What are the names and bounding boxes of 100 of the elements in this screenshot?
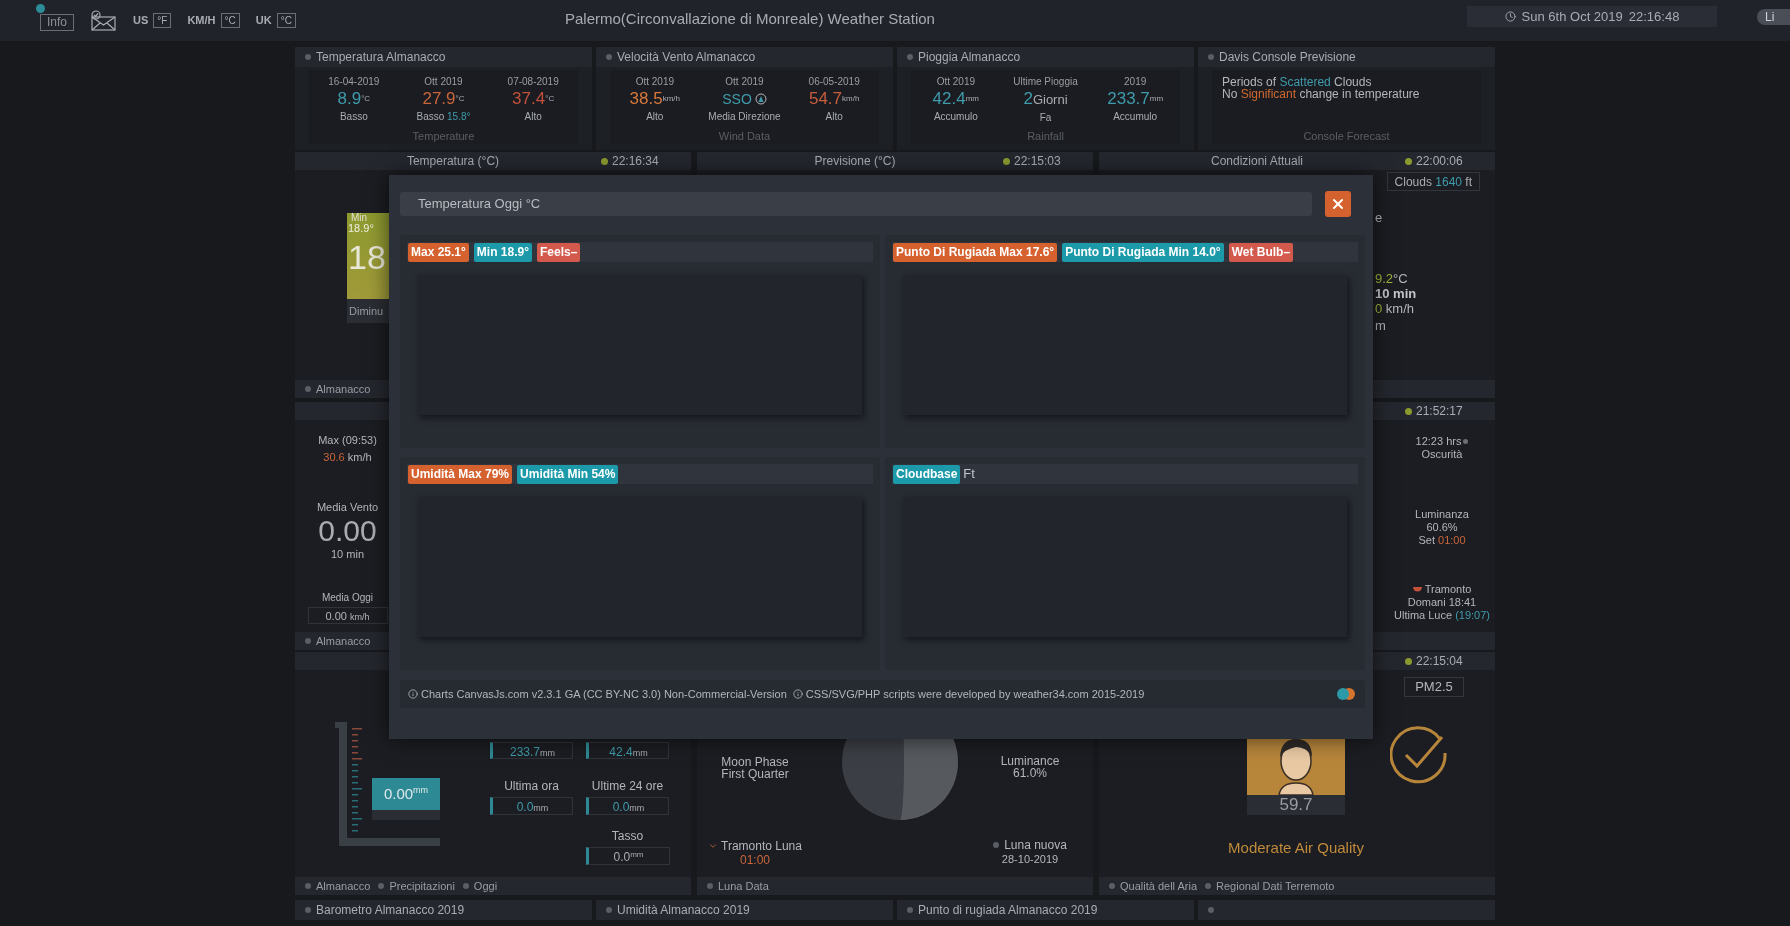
modal-title: Temperatura Oggi °C bbox=[400, 192, 1312, 216]
darkness-label: Oscurità bbox=[1421, 448, 1463, 461]
card-title: Condizioni Attuali bbox=[1210, 153, 1304, 170]
today-average-value: 0.00 km/h bbox=[307, 607, 388, 624]
legend-badge: Umidità Min 54% bbox=[517, 464, 619, 484]
footer-link[interactable]: Almanacco bbox=[305, 380, 371, 398]
footer-link[interactable]: Precipitazioni bbox=[378, 877, 455, 895]
card-caption: Wind Data bbox=[718, 128, 771, 144]
unit-label: UK bbox=[255, 13, 272, 29]
moon-phase: First Quarter bbox=[721, 768, 789, 780]
today-average-label: Media Oggi bbox=[321, 591, 374, 605]
luminance-label: Luminanza bbox=[1415, 508, 1469, 521]
min-value: 18.9° bbox=[348, 223, 375, 234]
footer-link[interactable]: Regional Dati Terremoto bbox=[1205, 877, 1335, 895]
bullet-icon bbox=[378, 883, 385, 889]
card-caption: Rainfall bbox=[1027, 128, 1064, 144]
bullet-icon bbox=[1208, 54, 1214, 60]
almanac-date: Ott 2019 bbox=[424, 75, 463, 89]
moon-luminance-label: Luminance bbox=[1000, 755, 1060, 767]
close-button[interactable] bbox=[1325, 191, 1351, 217]
darkness-hours: 12:23 hrs bbox=[1415, 435, 1469, 448]
legend-badge: Wet Bulb– bbox=[1228, 242, 1294, 262]
luminance-value: 60.6% bbox=[1426, 521, 1458, 534]
yearly-rain-value: 42.4mm bbox=[586, 742, 669, 759]
bullet-icon bbox=[907, 54, 913, 60]
clock-icon bbox=[1504, 11, 1516, 22]
bullet-icon bbox=[1205, 883, 1212, 889]
legend-badge: Feels– bbox=[537, 242, 581, 262]
card-title: Velocità Vento Almanacco bbox=[617, 49, 756, 66]
legend-badge: Umidità Max 79% bbox=[408, 464, 513, 484]
info-icon bbox=[792, 689, 803, 699]
day-rain-value: 0.0mm bbox=[586, 797, 669, 815]
condition-text: m bbox=[1375, 318, 1386, 333]
card-title: Temperatura (°C) bbox=[406, 153, 500, 170]
footer-link[interactable]: Almanacco bbox=[305, 877, 371, 895]
almanac-date: Ott 2019 bbox=[635, 75, 674, 89]
sunset-icon bbox=[1412, 587, 1422, 592]
almanac-label: Basso 15.8° bbox=[416, 110, 471, 124]
trend-text: Diminu bbox=[348, 304, 385, 319]
footer-note: CSS/SVG/PHP scripts were developed by weather34.com 2015-2019 bbox=[805, 686, 1145, 702]
condition-text: 10 min bbox=[1375, 286, 1417, 301]
air-quality-text: Moderate Air Quality bbox=[1228, 838, 1364, 858]
bullet-icon bbox=[707, 883, 713, 889]
temperature-value: 18 bbox=[348, 240, 387, 274]
bullet-icon bbox=[993, 842, 1000, 848]
unit-button[interactable]: °F bbox=[153, 13, 172, 28]
bullet-icon bbox=[1208, 907, 1214, 913]
hour-rain-value: 0.0mm bbox=[490, 797, 573, 815]
circles-icon bbox=[1335, 687, 1357, 701]
footer-link[interactable]: Qualità dell Aria bbox=[1109, 877, 1198, 895]
almanac-date: 2019 bbox=[1124, 75, 1147, 89]
card-title: Temperatura Almanacco bbox=[316, 49, 446, 66]
almanac-date: 16-04-2019 bbox=[328, 75, 380, 89]
legend-badge: Min 18.9° bbox=[473, 242, 532, 262]
footer-link[interactable]: Almanacco bbox=[305, 632, 371, 650]
almanac-label: Alto bbox=[825, 110, 843, 124]
almanac-label: Alto bbox=[646, 110, 664, 124]
bullet-icon bbox=[1109, 883, 1115, 889]
almanac-date: 06-05-2019 bbox=[808, 75, 860, 89]
unit-label: US bbox=[133, 13, 149, 29]
hour-rain-label: Ultima ora bbox=[503, 778, 560, 795]
card-title: Pioggia Almanacco bbox=[918, 49, 1021, 66]
bullet-icon bbox=[606, 907, 612, 913]
unit-button[interactable]: °C bbox=[220, 13, 240, 28]
bullet-icon bbox=[305, 54, 311, 60]
monthly-rain-value: 233.7mm bbox=[490, 742, 573, 759]
card-title: Previsione (°C) bbox=[814, 153, 896, 170]
unit-label: KM/H bbox=[187, 13, 216, 29]
moon-phase-label: Moon Phase bbox=[721, 756, 789, 768]
update-time: 22:00:06 bbox=[1416, 153, 1463, 170]
chevron-icon bbox=[708, 841, 719, 851]
almanac-value: SSO bbox=[722, 89, 752, 109]
mail-icon[interactable] bbox=[90, 9, 117, 32]
footer-link[interactable]: Luna Data bbox=[707, 877, 769, 895]
bullet-icon bbox=[907, 907, 913, 913]
max-wind-value: 30.6 km/h bbox=[323, 449, 372, 465]
almanac-value: 2Giorni bbox=[1023, 89, 1068, 110]
card-caption: Temperature bbox=[412, 128, 475, 144]
update-time: 21:52:17 bbox=[1416, 403, 1463, 420]
moonset-time: 01:00 bbox=[740, 854, 770, 866]
almanac-label: Basso bbox=[339, 110, 368, 124]
almanac-label: Accumulo bbox=[933, 110, 978, 124]
almanac-label: Alto bbox=[524, 110, 542, 124]
new-moon-date: 28-10-2019 bbox=[1001, 853, 1059, 865]
footer-link[interactable]: Oggi bbox=[462, 877, 498, 895]
sensor-label: PM2.5 bbox=[1404, 677, 1464, 697]
theme-button[interactable]: Li bbox=[1757, 9, 1790, 25]
moonset-label: Tramonto Luna bbox=[708, 840, 802, 852]
card-caption: Console Forecast bbox=[1303, 128, 1390, 144]
rain-rate-label: Tasso bbox=[611, 828, 644, 845]
air-quality-value: 59.7 bbox=[1247, 795, 1345, 815]
condition-text: e bbox=[1375, 210, 1383, 225]
card-title: Punto di rugiada Almanacco 2019 bbox=[918, 902, 1098, 919]
info-button[interactable]: Info bbox=[40, 13, 74, 31]
bullet-icon bbox=[305, 907, 311, 913]
new-moon-label: Luna nuova bbox=[993, 839, 1067, 851]
almanac-label: Accumulo bbox=[1113, 110, 1158, 124]
bullet-icon bbox=[305, 638, 311, 644]
date-text: Sun 6th Oct 2019 bbox=[1521, 7, 1623, 26]
unit-button[interactable]: °C bbox=[276, 13, 296, 28]
